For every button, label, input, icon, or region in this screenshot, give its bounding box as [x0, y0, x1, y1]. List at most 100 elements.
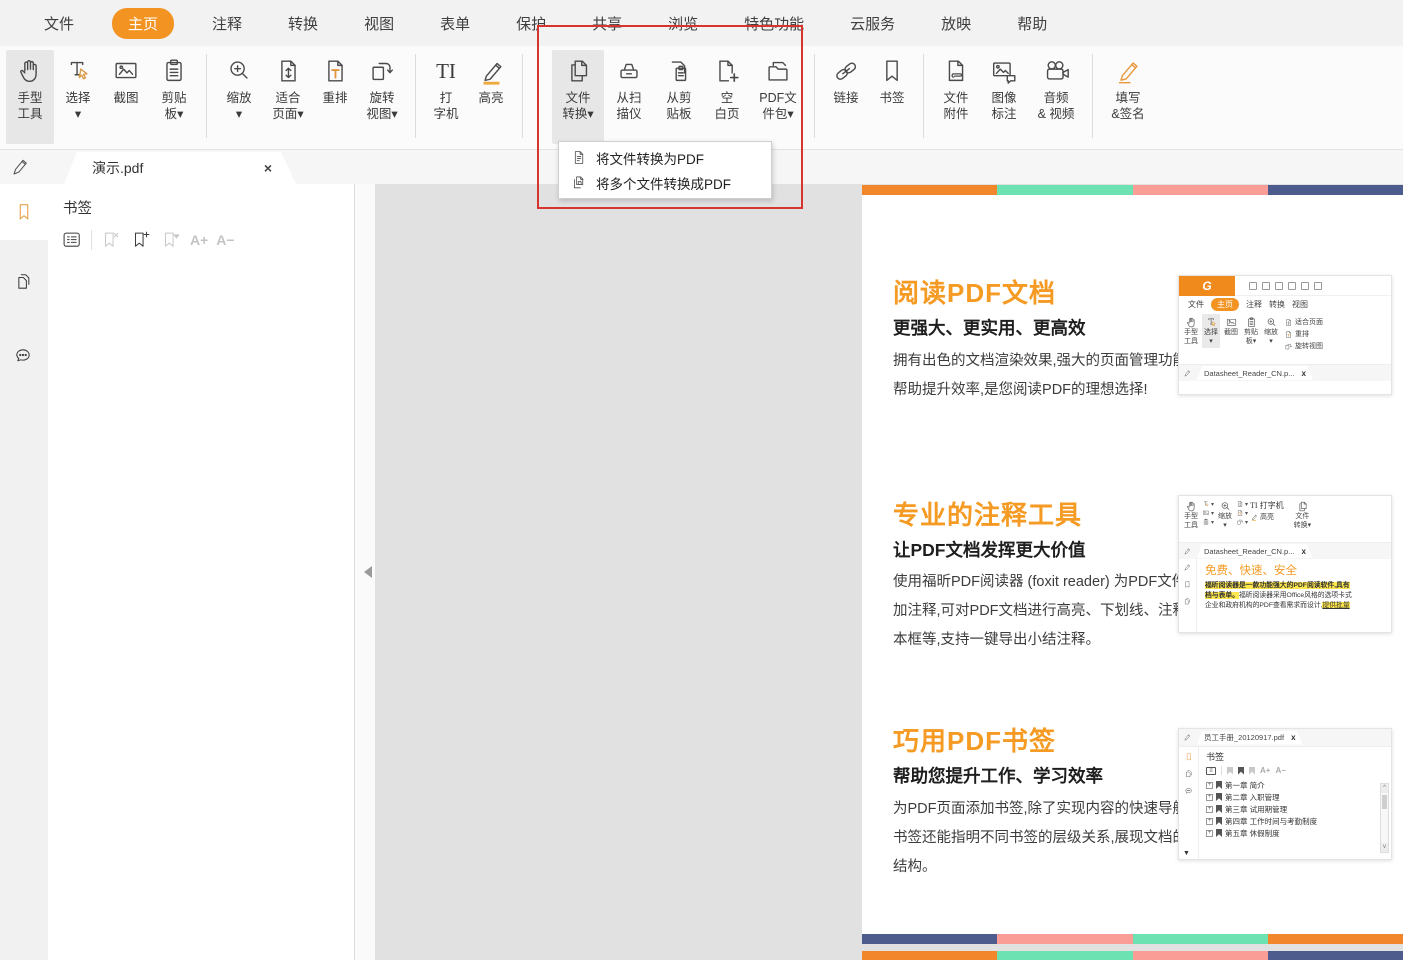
ribbon-tab[interactable]: 表单	[432, 8, 478, 39]
stripe-segment	[1132, 934, 1268, 944]
thumb1-tool: 剪贴 板▾	[1242, 314, 1260, 348]
annotate-pencil-icon[interactable]	[9, 156, 32, 179]
tool-image-annotation[interactable]: 图像 标注	[980, 50, 1028, 144]
tool-highlight[interactable]: 高亮	[468, 50, 514, 144]
font-decrease-button[interactable]: A−	[216, 232, 234, 248]
bookmark-icon	[13, 201, 35, 223]
ribbon-tab[interactable]: 帮助	[1009, 8, 1055, 39]
tool-blank-page[interactable]: 空白页	[704, 50, 750, 144]
ribbon-tab[interactable]: 放映	[933, 8, 979, 39]
zoom-icon	[1265, 316, 1278, 329]
sidebar-item-comments[interactable]	[0, 328, 48, 384]
menu-item-label: 将多个文件转换成PDF	[596, 176, 731, 192]
thumb1-titlebar: G	[1179, 276, 1391, 296]
collapse-panel-arrow-icon[interactable]	[358, 566, 372, 578]
ribbon-tab[interactable]: 转换	[280, 8, 326, 39]
ribbon-tab[interactable]: 浏览	[660, 8, 706, 39]
tool-zoom[interactable]: 缩放 ▾	[215, 50, 263, 144]
tool-hand-tool[interactable]: 手型 工具	[6, 50, 54, 144]
tool-fit-page[interactable]: 适合 页面▾	[263, 50, 313, 144]
ribbon-tab[interactable]: 文件	[36, 8, 82, 39]
mini-window-icon	[1249, 281, 1257, 290]
thumb2-hand-tool: 手型 工具	[1182, 498, 1200, 532]
thumb3-scrollbar[interactable]: ^ v	[1380, 783, 1389, 853]
stripe-segment	[862, 185, 998, 195]
expand-icon: +	[1206, 829, 1213, 837]
screenshot-thumbnail-reader: G 文件 主页 注释 转换 视图 手型 工具 选择 ▾ 截图 剪贴 板▾ 缩放 ▾ 适合页面 重排 旋转视图 …	[1178, 275, 1392, 395]
scroll-down-icon: ▼	[1183, 850, 1190, 857]
font-increase-button[interactable]: A+	[190, 232, 208, 248]
bookmark-delete-button[interactable]	[100, 229, 122, 251]
fillsign-icon	[1113, 56, 1143, 86]
stripe-segment	[862, 951, 998, 960]
scroll-thumb[interactable]	[1382, 795, 1387, 809]
tool-snapshot[interactable]: 截图	[102, 50, 150, 144]
toolbar-separator	[206, 54, 207, 138]
menu-item-convert-multiple-to-pdf[interactable]: 将多个文件转换成PDF	[559, 170, 771, 195]
expand-icon: +	[1206, 805, 1213, 813]
document-view-area[interactable]: 阅读PDF文档 更强大、更实用、更高效 拥有出色的文档渲染效果,强大的页面管理功…	[375, 184, 1403, 960]
close-icon[interactable]: ×	[264, 160, 272, 176]
sidebar-item-pages[interactable]	[0, 254, 48, 310]
ribbon-tab[interactable]: 云服务	[842, 8, 903, 39]
thumb1-quick-icons	[1249, 281, 1322, 290]
ribbon-tab[interactable]: 注释	[204, 8, 250, 39]
section1-subheading: 更强大、更实用、更高效	[893, 318, 1086, 338]
ribbon-tab[interactable]: 共享	[584, 8, 630, 39]
pencil-icon	[1183, 563, 1192, 572]
thumb2-fit-stack: ▾ ▾ ▾	[1236, 498, 1248, 526]
mini-window-icon	[1301, 281, 1309, 290]
thumb2-content: 免费、快速、安全 福昕阅读器是一款功能强大的PDF阅读软件,具有 档与表单。福昕阅…	[1179, 559, 1391, 632]
scroll-up-icon[interactable]: ^	[1381, 784, 1388, 793]
pages-icon	[1183, 597, 1192, 606]
highlight-icon	[476, 56, 506, 86]
stripe-segment	[862, 934, 998, 944]
document-tab[interactable]: 演示.pdf ×	[64, 152, 296, 184]
thumb-doc-tab: Datasheet_Reader_CN.p... x	[1197, 366, 1313, 380]
tool-typewriter[interactable]: TI 打字机	[424, 50, 468, 144]
menu-item-label: 将文件转换为PDF	[596, 151, 704, 167]
av-icon	[1041, 56, 1071, 86]
tool-select-tool[interactable]: 选择 ▾	[54, 50, 102, 144]
bookmarks-panel-title: 书签	[63, 201, 92, 217]
expand-icon: +	[1206, 781, 1213, 789]
tool-clipboard[interactable]: 剪贴 板▾	[150, 50, 198, 144]
hand-icon	[1185, 500, 1198, 513]
bookmark-expand-button[interactable]	[160, 229, 182, 251]
sidebar-item-bookmarks[interactable]	[0, 184, 48, 240]
bookmark-add-button[interactable]	[130, 229, 152, 251]
ribbon-tab[interactable]: 视图	[356, 8, 402, 39]
tool-bookmark[interactable]: 书签	[869, 50, 915, 144]
thumb2-select-stack: ▾ ▾ ▾	[1202, 498, 1214, 526]
tool-reflow[interactable]: 重排	[313, 50, 357, 144]
thumb1-tool: 手型 工具	[1182, 314, 1200, 348]
tool-rotate-view[interactable]: 旋转 视图▾	[357, 50, 407, 144]
tool-from-scanner[interactable]: 从扫 描仪	[604, 50, 654, 144]
expand-icon: +	[1206, 793, 1213, 801]
bookmark-title: 第三章 试用期管理	[1225, 804, 1288, 814]
tool-file-attachment[interactable]: 文件 附件	[932, 50, 980, 144]
bookmark-title: 第二章 入职管理	[1225, 792, 1280, 802]
tool-pdf-portfolio[interactable]: PDF文 件包▾	[750, 50, 806, 144]
thumb3-bookmark-list: + 第一章 简介 + 第二章 入职管理 + 第三章 试用期管理 + 第四章 工作时间与考勤制度…	[1206, 779, 1391, 839]
tool-label: 缩放 ▾	[226, 91, 252, 121]
bm-expand-icon	[160, 229, 182, 251]
convert-single-icon	[570, 149, 587, 166]
typewriter-icon: TI	[436, 59, 456, 83]
bookmark-list-button[interactable]	[61, 229, 83, 251]
section2-subheading: 让PDF文档发挥更大价值	[893, 540, 1086, 560]
tool-file-convert[interactable]: 文件 转换▾	[552, 50, 604, 144]
thumb3-panel-toolbar: ≡ A+ A−	[1206, 766, 1391, 775]
tool-fill-sign[interactable]: 填写 &签名	[1101, 50, 1155, 144]
ribbon-tab[interactable]: 主页	[112, 7, 175, 39]
tool-link[interactable]: 链接	[823, 50, 869, 144]
menu-item-convert-file-to-pdf[interactable]: 将文件转换为PDF	[559, 145, 771, 170]
scroll-down-icon[interactable]: v	[1381, 843, 1388, 852]
thumb1-side-tools: 适合页面 重排 旋转视图	[1284, 314, 1323, 351]
thumb1-tool: 截图	[1222, 314, 1240, 340]
ribbon-tab[interactable]: 特色功能	[736, 8, 812, 39]
thumb1-tab: 主页	[1211, 297, 1239, 311]
tool-audio-video[interactable]: 音频 & 视频	[1028, 50, 1084, 144]
tool-from-clipboard[interactable]: 从剪 贴板	[654, 50, 704, 144]
ribbon-tab[interactable]: 保护	[508, 8, 554, 39]
